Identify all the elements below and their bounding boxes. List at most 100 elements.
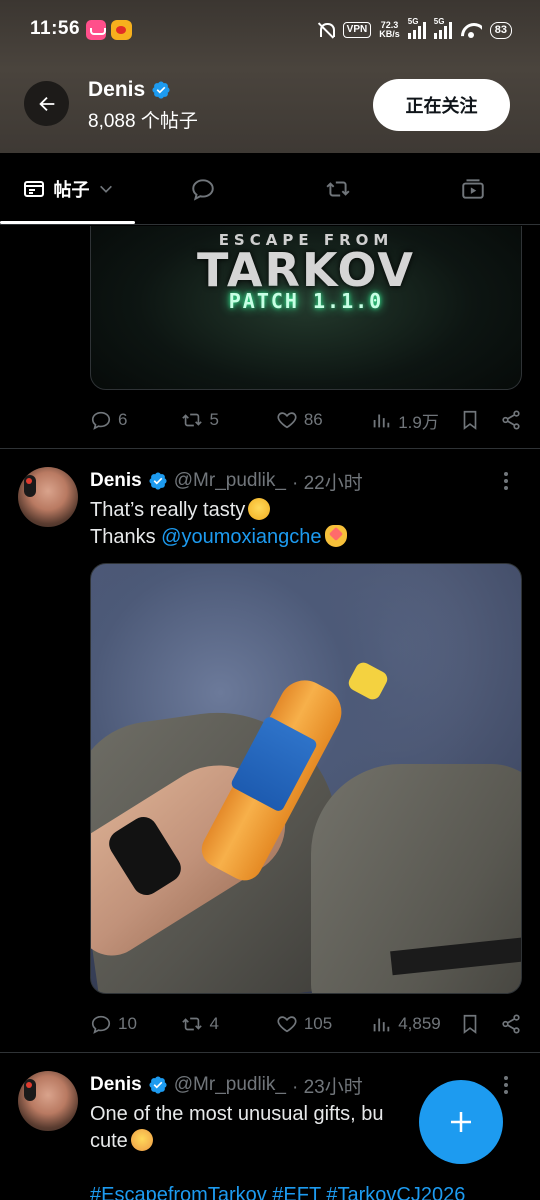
avatar[interactable]: [18, 1071, 78, 1131]
views-button[interactable]: 1.9万: [370, 408, 458, 433]
post-actions: 10 4 105 4,859: [90, 1009, 522, 1039]
like-count: 86: [303, 410, 323, 429]
views-button[interactable]: 4,859: [370, 1013, 458, 1035]
tab-replies[interactable]: [135, 153, 270, 224]
arrow-left-icon: [38, 96, 54, 111]
following-button[interactable]: 正在关注: [373, 79, 510, 131]
post-timestamp: · 23小时: [291, 1076, 363, 1098]
posts-icon: [23, 180, 44, 197]
reply-icon: [91, 1015, 111, 1034]
avatar[interactable]: [18, 467, 78, 527]
status-bar: 11:56 VPN 72.3 KB/s 5G 5G 83: [0, 0, 540, 58]
reply-count: 6: [118, 410, 128, 429]
mute-bell-icon: [317, 21, 335, 39]
repost-count: 4: [209, 1014, 219, 1033]
media-icon: [461, 178, 484, 199]
post-text-line1: That’s really tasty: [90, 499, 246, 521]
share-button[interactable]: [500, 1013, 522, 1035]
photo-bottle-cap: [345, 659, 391, 703]
reply-button[interactable]: 10: [90, 1013, 181, 1035]
repost-count: 5: [209, 410, 219, 429]
post-divider: [0, 1052, 540, 1053]
smiling-face-with-hearts-emoji-icon: [130, 1129, 153, 1151]
back-button[interactable]: [24, 81, 69, 126]
post-author[interactable]: Denis: [90, 1074, 142, 1096]
bookmark-button[interactable]: [459, 1013, 500, 1035]
profile-header-banner: 11:56 VPN 72.3 KB/s 5G 5G 83 Denis 8,088…: [0, 0, 540, 153]
verified-badge-icon: [149, 1076, 167, 1094]
plus-icon: [451, 1112, 471, 1132]
post-actions: 6 5 86 1.9万: [90, 405, 522, 435]
app-notification-icon: [86, 20, 106, 40]
weibo-notification-icon: [111, 20, 132, 40]
reply-count: 10: [118, 1014, 137, 1033]
like-count: 105: [303, 1014, 333, 1033]
hashtags[interactable]: #EscapefromTarkov #EFT #TarkovCJ2026: [90, 1184, 465, 1200]
mention-link[interactable]: @youmoxiangche: [161, 526, 321, 548]
post-count: 8,088 个帖子: [88, 111, 198, 132]
post-text-thanks: Thanks: [90, 526, 162, 548]
tab-posts[interactable]: 帖子: [0, 153, 135, 224]
heart-hands-emoji-icon: [324, 525, 347, 547]
bookmark-icon: [463, 410, 477, 430]
profile-name-text: Denis: [88, 78, 146, 101]
analytics-icon: [373, 1018, 390, 1032]
repost-icon: [182, 1017, 203, 1031]
media-patch-label: PATCH 1.1.0: [228, 289, 384, 313]
like-button[interactable]: 105: [276, 1013, 370, 1035]
status-time: 11:56: [30, 18, 81, 39]
compose-button[interactable]: [419, 1080, 503, 1164]
repost-button[interactable]: 4: [181, 1013, 275, 1035]
more-options-button[interactable]: [496, 1071, 516, 1099]
post-text-line2: cute: [90, 1130, 128, 1152]
network-speed-unit: KB/s: [379, 29, 400, 39]
wifi-icon: [460, 21, 482, 39]
vpn-badge: VPN: [342, 22, 372, 38]
tab-reposts[interactable]: [270, 153, 405, 224]
repost-icon: [325, 181, 350, 196]
view-count: 1.9万: [398, 412, 439, 432]
share-icon: [502, 410, 520, 430]
reply-button[interactable]: 6: [90, 409, 181, 431]
verified-badge-icon: [152, 81, 170, 99]
tab-media[interactable]: [405, 153, 540, 224]
bookmark-button[interactable]: [459, 409, 500, 431]
post-timestamp: · 22小时: [291, 472, 363, 494]
chevron-down-icon: [99, 185, 112, 193]
network-speed: 72.3 KB/s: [379, 21, 400, 39]
post-divider: [0, 448, 540, 449]
share-button[interactable]: [500, 409, 522, 431]
tab-posts-label: 帖子: [53, 179, 90, 200]
signal-1-label: 5G: [407, 17, 419, 26]
post-header: Denis @Mr_pudlik_ · 23小时: [90, 1071, 363, 1099]
heart-icon: [277, 412, 297, 429]
status-indicators: VPN 72.3 KB/s 5G 5G 83: [317, 17, 512, 42]
profile-tabs: 帖子: [0, 153, 540, 225]
bookmark-icon: [463, 1014, 477, 1034]
share-icon: [502, 1014, 520, 1034]
post-media-image[interactable]: ESCAPE FROM TARKOV PATCH 1.1.0: [90, 226, 522, 390]
verified-badge-icon: [149, 472, 167, 490]
reply-icon: [91, 411, 111, 430]
post-header: Denis @Mr_pudlik_ · 22小时: [90, 467, 363, 495]
post-text: That’s really tasty Thanks @youmoxiangch…: [90, 497, 522, 551]
repost-icon: [182, 413, 203, 427]
post-photo[interactable]: [90, 563, 522, 994]
post-handle[interactable]: @Mr_pudlik_: [174, 470, 286, 492]
timeline-feed[interactable]: ESCAPE FROM TARKOV PATCH 1.1.0 6 5 86 1.…: [0, 226, 540, 1200]
repost-button[interactable]: 5: [181, 409, 275, 431]
post-handle[interactable]: @Mr_pudlik_: [174, 1074, 286, 1096]
like-button[interactable]: 86: [276, 409, 370, 431]
post-text-line1: One of the most unusual gifts, bu: [90, 1103, 384, 1125]
analytics-icon: [373, 414, 390, 428]
signal-2-icon: 5G: [433, 17, 452, 39]
post-author[interactable]: Denis: [90, 470, 142, 492]
view-count: 4,859: [398, 1014, 441, 1033]
battery-indicator: 83: [489, 21, 512, 39]
reply-icon: [191, 178, 214, 201]
signal-2-label: 5G: [433, 17, 445, 26]
profile-name: Denis: [88, 78, 171, 102]
more-options-button[interactable]: [496, 467, 516, 495]
signal-1-icon: 5G: [407, 17, 426, 39]
heart-icon: [277, 1016, 297, 1033]
